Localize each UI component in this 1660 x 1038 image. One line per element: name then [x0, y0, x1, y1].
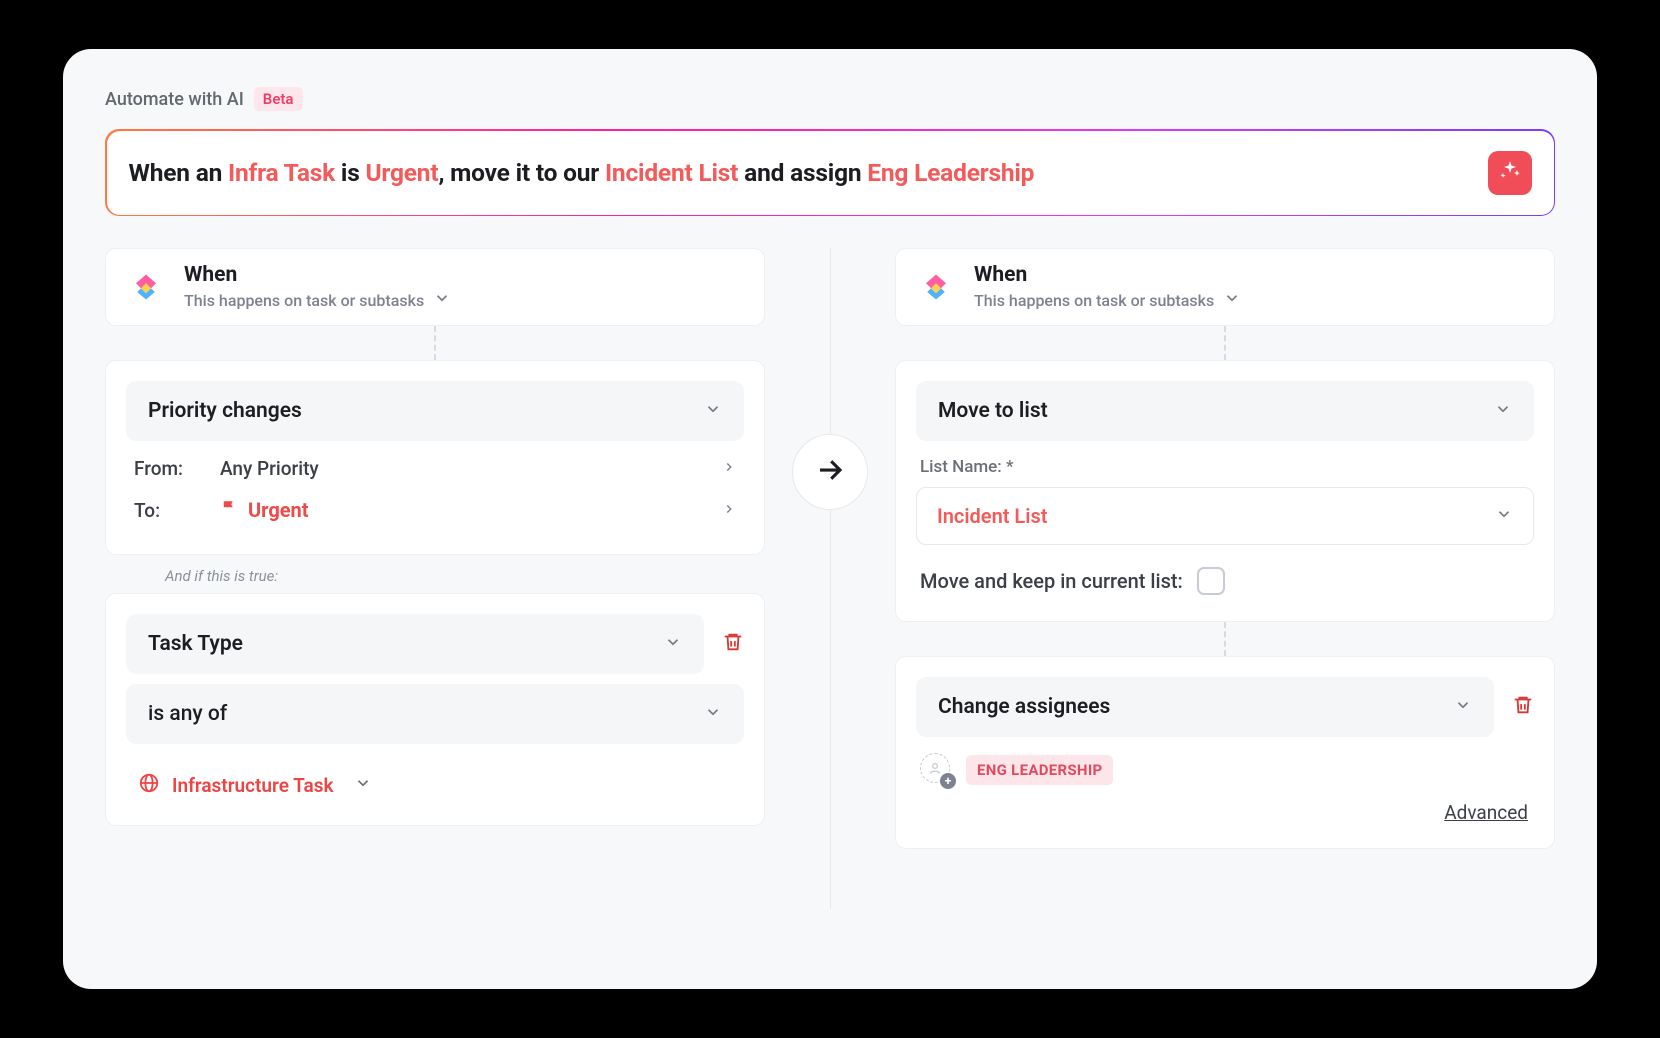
assignee-chip[interactable]: ENG LEADERSHIP: [966, 755, 1113, 785]
chevron-down-icon: [354, 774, 372, 797]
chevron-down-icon: [433, 289, 451, 311]
condition-value-select[interactable]: Infrastructure Task: [126, 754, 744, 805]
to-value: Urgent: [248, 498, 309, 522]
ai-prompt-text[interactable]: When an Infra Task is Urgent, move it to…: [129, 158, 1035, 187]
condition-field-label: Task Type: [148, 632, 243, 656]
chevron-down-icon: [1495, 505, 1513, 527]
condition-value-label: Infrastructure Task: [172, 774, 334, 797]
action-type-select[interactable]: Move to list: [916, 381, 1534, 441]
when-title: When: [184, 263, 451, 287]
condition-card: Task Type is any of Infrastructure Task: [105, 593, 765, 826]
trigger-type-label: Priority changes: [148, 399, 302, 423]
connector: [1224, 326, 1226, 360]
arrow-right-icon: [815, 455, 845, 489]
change-assignees-card: Change assignees + ENG LEADERSHIP Advanc…: [895, 656, 1555, 849]
app-frame: Automate with AI Beta When an Infra Task…: [63, 49, 1597, 989]
sparkle-icon: [1498, 159, 1522, 187]
trigger-type-select[interactable]: Priority changes: [126, 381, 744, 441]
prompt-highlight: Urgent: [365, 158, 438, 187]
when-subtitle[interactable]: This happens on task or subtasks: [974, 289, 1241, 311]
prompt-seg: is: [335, 158, 365, 187]
prompt-highlight: Eng Leadership: [867, 158, 1034, 187]
page-header: Automate with AI Beta: [105, 87, 1555, 111]
add-assignee-button[interactable]: +: [920, 753, 954, 787]
action-column: When This happens on task or subtasks Mo…: [895, 248, 1555, 849]
center-divider: [830, 248, 831, 909]
when-title: When: [974, 263, 1241, 287]
chevron-down-icon: [664, 633, 682, 655]
when-subtitle-text: This happens on task or subtasks: [184, 291, 424, 310]
clickup-logo-icon: [916, 267, 956, 307]
keep-in-list-checkbox[interactable]: [1197, 567, 1225, 595]
when-subtitle-text: This happens on task or subtasks: [974, 291, 1214, 310]
ai-prompt-bar: When an Infra Task is Urgent, move it to…: [105, 129, 1555, 216]
keep-in-list-label: Move and keep in current list:: [920, 569, 1183, 593]
advanced-link[interactable]: Advanced: [1444, 791, 1534, 828]
condition-section-label: And if this is true:: [165, 567, 278, 585]
chevron-right-icon: [722, 459, 736, 478]
list-name-select[interactable]: Incident List: [916, 487, 1534, 545]
plus-icon: +: [940, 773, 956, 789]
automation-builder: When This happens on task or subtasks Pr…: [105, 248, 1555, 849]
delete-action-button[interactable]: [1512, 694, 1534, 720]
when-trigger-header[interactable]: When This happens on task or subtasks: [105, 248, 765, 326]
move-to-list-card: Move to list List Name: * Incident List …: [895, 360, 1555, 622]
when-action-header[interactable]: When This happens on task or subtasks: [895, 248, 1555, 326]
assignees-action-label: Change assignees: [938, 695, 1110, 719]
chevron-down-icon: [1494, 400, 1512, 422]
to-label: To:: [134, 499, 196, 522]
keep-in-list-row: Move and keep in current list:: [916, 545, 1534, 601]
chevron-down-icon: [704, 400, 722, 422]
prompt-seg: and assign: [738, 158, 867, 187]
assignees-action-select[interactable]: Change assignees: [916, 677, 1494, 737]
ai-prompt-inner[interactable]: When an Infra Task is Urgent, move it to…: [107, 131, 1554, 215]
condition-operator-select[interactable]: is any of: [126, 684, 744, 744]
delete-condition-button[interactable]: [722, 631, 744, 657]
action-type-label: Move to list: [938, 399, 1048, 423]
condition-op-label: is any of: [148, 702, 227, 726]
connector: [434, 326, 436, 360]
list-name-value: Incident List: [937, 504, 1047, 528]
priority-to-row[interactable]: To: Urgent: [126, 492, 744, 534]
chevron-down-icon: [1454, 696, 1472, 718]
beta-badge: Beta: [254, 87, 303, 111]
flag-icon: [220, 498, 238, 522]
priority-from-row[interactable]: From: Any Priority: [126, 441, 744, 492]
prompt-seg: , move it to our: [438, 158, 605, 187]
condition-field-select[interactable]: Task Type: [126, 614, 704, 674]
chevron-down-icon: [704, 703, 722, 725]
prompt-highlight: Incident List: [605, 158, 738, 187]
prompt-highlight: Infra Task: [228, 158, 335, 187]
chevron-right-icon: [722, 501, 736, 520]
globe-icon: [138, 772, 160, 799]
clickup-logo-icon: [126, 267, 166, 307]
trigger-column: When This happens on task or subtasks Pr…: [105, 248, 765, 826]
from-value: Any Priority: [220, 457, 698, 480]
list-name-field-label: List Name: *: [916, 441, 1534, 487]
chevron-down-icon: [1223, 289, 1241, 311]
from-label: From:: [134, 457, 196, 480]
ai-generate-button[interactable]: [1488, 151, 1532, 195]
page-title: Automate with AI: [105, 89, 244, 110]
trigger-card: Priority changes From: Any Priority To: …: [105, 360, 765, 555]
prompt-seg: When an: [129, 158, 229, 187]
when-subtitle[interactable]: This happens on task or subtasks: [184, 289, 451, 311]
connector: [1224, 622, 1226, 656]
flow-arrow: [792, 434, 868, 510]
